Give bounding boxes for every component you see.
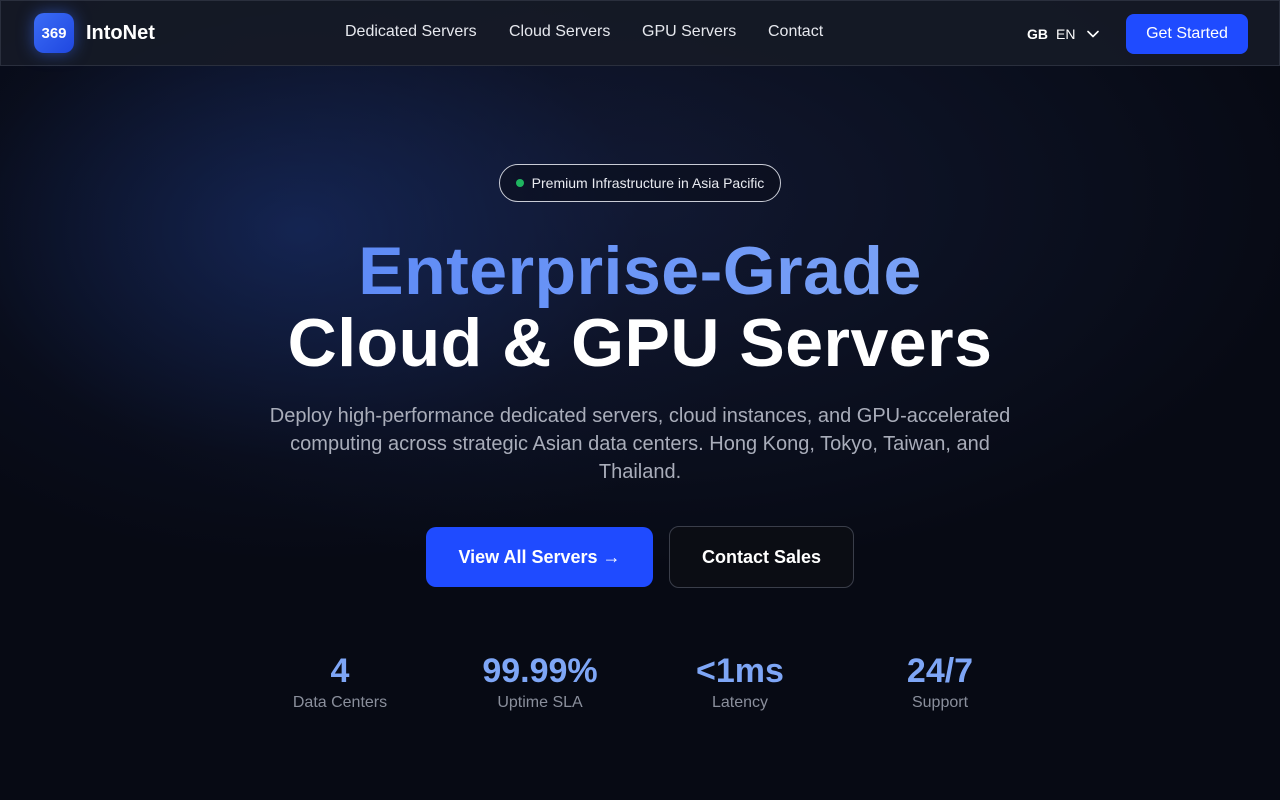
stat-label: Latency	[711, 694, 769, 711]
logo-badge[interactable]: 369	[34, 13, 74, 53]
stat-label: Support	[911, 694, 969, 711]
brand-name[interactable]: IntoNet	[86, 22, 155, 45]
stat-data-centers: 4 Data Centers	[240, 652, 440, 712]
language-code: EN	[1056, 26, 1076, 42]
language-selector[interactable]: GB EN	[1027, 26, 1100, 42]
stat-label: Uptime SLA	[497, 694, 583, 711]
get-started-button[interactable]: Get Started	[1126, 14, 1248, 54]
contact-sales-button[interactable]: Contact Sales	[669, 526, 854, 588]
stat-value: 24/7	[906, 652, 974, 690]
stat-uptime: 99.99% Uptime SLA	[440, 652, 640, 712]
nav-gpu-servers[interactable]: GPU Servers	[642, 23, 736, 41]
chevron-down-icon	[1087, 30, 1100, 38]
landing-page: 369 IntoNet Dedicated Servers Cloud Serv…	[0, 0, 1280, 800]
nav-contact[interactable]: Contact	[768, 23, 823, 41]
top-navbar: 369 IntoNet Dedicated Servers Cloud Serv…	[0, 0, 1280, 66]
hero-title-line1: Enterprise-Grade	[0, 232, 1280, 310]
stat-support: 24/7 Support	[840, 652, 1040, 712]
stat-value: 99.99%	[482, 652, 598, 690]
hero-badge: Premium Infrastructure in Asia Pacific	[499, 164, 781, 202]
flag-icon: GB	[1027, 26, 1048, 42]
nav-cloud-servers[interactable]: Cloud Servers	[509, 23, 610, 41]
hero-badge-text: Premium Infrastructure in Asia Pacific	[531, 175, 765, 191]
hero-subtitle: Deploy high-performance dedicated server…	[269, 405, 1011, 483]
stat-label: Data Centers	[292, 694, 388, 711]
stat-value: <1ms	[696, 652, 784, 690]
hero-title-line2: Cloud & GPU Servers	[287, 305, 993, 381]
nav-dedicated-servers[interactable]: Dedicated Servers	[345, 23, 477, 41]
view-all-servers-button[interactable]: View All Servers →	[426, 527, 653, 587]
stat-value: 4	[330, 652, 350, 690]
status-dot-icon	[515, 179, 524, 187]
stat-latency: <1ms Latency	[640, 652, 840, 712]
